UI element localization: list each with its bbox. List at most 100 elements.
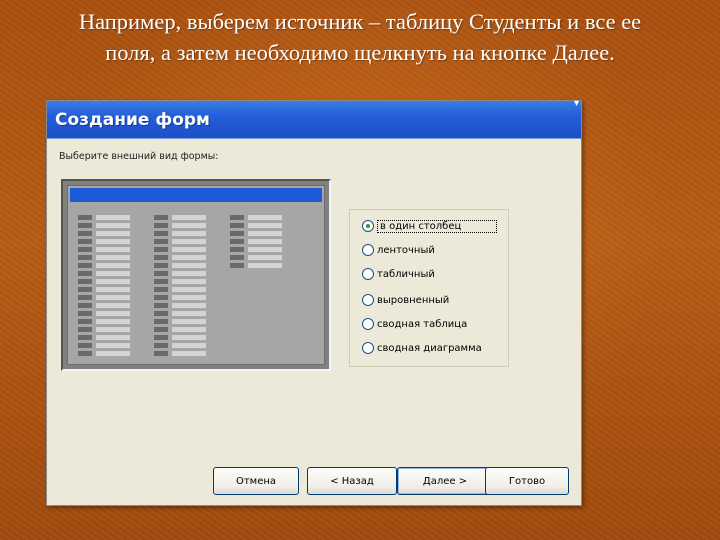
preview-field-label: [154, 319, 168, 324]
preview-field-label: [78, 303, 92, 308]
caption-line-1: Например, выберем источник – таблицу Сту…: [78, 9, 642, 34]
preview-field-label: [78, 311, 92, 316]
preview-field-label: [154, 287, 168, 292]
preview-field-label: [78, 239, 92, 244]
preview-field-box: [172, 327, 206, 332]
preview-field-label: [78, 351, 92, 356]
preview-field-box: [96, 351, 130, 356]
preview-field-box: [96, 271, 130, 276]
preview-field-label: [78, 263, 92, 268]
option-pivot-chart[interactable]: сводная диаграмма: [362, 338, 502, 358]
dialog-title: Создание форм: [55, 110, 210, 130]
finish-button[interactable]: Готово: [485, 467, 569, 495]
preview-field-box: [248, 247, 282, 252]
preview-field-box: [172, 215, 206, 220]
preview-field-box: [96, 223, 130, 228]
preview-field-label: [154, 263, 168, 268]
preview-field-box: [172, 295, 206, 300]
cancel-button[interactable]: Отмена: [213, 467, 299, 495]
preview-field-box: [172, 223, 206, 228]
slide-caption: Например, выберем источник – таблицу Сту…: [0, 6, 720, 68]
option-label: в один столбец: [377, 219, 497, 233]
dialog-title-band: Создание форм ▾: [47, 98, 581, 139]
preview-field-box: [96, 319, 130, 324]
option-label: табличный: [377, 268, 435, 280]
preview-field-label: [78, 247, 92, 252]
preview-field-box: [96, 287, 130, 292]
layout-preview: [61, 179, 331, 371]
preview-field-box: [96, 303, 130, 308]
preview-field-label: [230, 247, 244, 252]
back-button[interactable]: < Назад: [307, 467, 397, 495]
preview-field-label: [230, 239, 244, 244]
radio-datasheet-icon[interactable]: [362, 268, 374, 280]
layout-prompt: Выберите внешний вид формы:: [59, 151, 219, 162]
preview-field-box: [248, 215, 282, 220]
option-label: выровненный: [377, 294, 450, 306]
preview-field-box: [172, 303, 206, 308]
corner-mark-icon: ▾: [573, 98, 579, 109]
option-justified[interactable]: выровненный: [362, 290, 502, 310]
preview-field-box: [96, 343, 130, 348]
preview-field-box: [172, 343, 206, 348]
preview-field-box: [96, 311, 130, 316]
option-tabular[interactable]: ленточный: [362, 240, 502, 260]
preview-field-label: [230, 215, 244, 220]
preview-field-box: [96, 215, 130, 220]
preview-field-label: [154, 279, 168, 284]
preview-field-label: [78, 271, 92, 276]
preview-header-bar: [70, 188, 322, 202]
form-wizard-dialog: Создание форм ▾ Выберите внешний вид фор…: [46, 98, 582, 506]
preview-field-label: [154, 351, 168, 356]
preview-field-label: [78, 343, 92, 348]
preview-field-label: [230, 263, 244, 268]
preview-field-box: [96, 263, 130, 268]
preview-field-box: [172, 319, 206, 324]
option-columnar[interactable]: в один столбец: [362, 216, 502, 236]
preview-field-label: [154, 223, 168, 228]
preview-field-box: [96, 231, 130, 236]
preview-field-label: [78, 295, 92, 300]
preview-field-box: [96, 255, 130, 260]
preview-field-label: [78, 231, 92, 236]
preview-field-box: [172, 239, 206, 244]
preview-field-box: [248, 263, 282, 268]
radio-pivot-chart-icon[interactable]: [362, 342, 374, 354]
preview-field-label: [154, 271, 168, 276]
preview-field-label: [78, 215, 92, 220]
preview-field-label: [154, 311, 168, 316]
radio-pivot-table-icon[interactable]: [362, 318, 374, 330]
option-datasheet[interactable]: табличный: [362, 264, 502, 284]
preview-field-box: [172, 351, 206, 356]
preview-field-box: [248, 231, 282, 236]
option-label: сводная диаграмма: [377, 342, 482, 354]
preview-field-box: [172, 279, 206, 284]
preview-field-box: [172, 247, 206, 252]
preview-field-label: [154, 231, 168, 236]
radio-justified-icon[interactable]: [362, 294, 374, 306]
caption-line-2: поля, а затем необходимо щелкнуть на кно…: [105, 40, 615, 65]
preview-field-label: [154, 295, 168, 300]
preview-field-label: [154, 335, 168, 340]
preview-form: [67, 185, 325, 365]
preview-field-label: [78, 319, 92, 324]
preview-field-label: [154, 255, 168, 260]
preview-field-label: [154, 343, 168, 348]
preview-field-box: [172, 263, 206, 268]
preview-field-box: [248, 239, 282, 244]
preview-field-label: [78, 327, 92, 332]
preview-field-box: [172, 271, 206, 276]
radio-columnar-icon[interactable]: [362, 220, 374, 232]
preview-field-box: [96, 247, 130, 252]
preview-field-box: [96, 279, 130, 284]
radio-tabular-icon[interactable]: [362, 244, 374, 256]
preview-field-box: [96, 239, 130, 244]
preview-field-label: [154, 239, 168, 244]
layout-options-group: в один столбец ленточный табличный выров…: [349, 209, 509, 367]
next-button[interactable]: Далее >: [397, 467, 493, 495]
preview-field-box: [172, 287, 206, 292]
preview-field-box: [172, 231, 206, 236]
option-pivot-table[interactable]: сводная таблица: [362, 314, 502, 334]
preview-field-box: [248, 255, 282, 260]
preview-field-label: [230, 223, 244, 228]
